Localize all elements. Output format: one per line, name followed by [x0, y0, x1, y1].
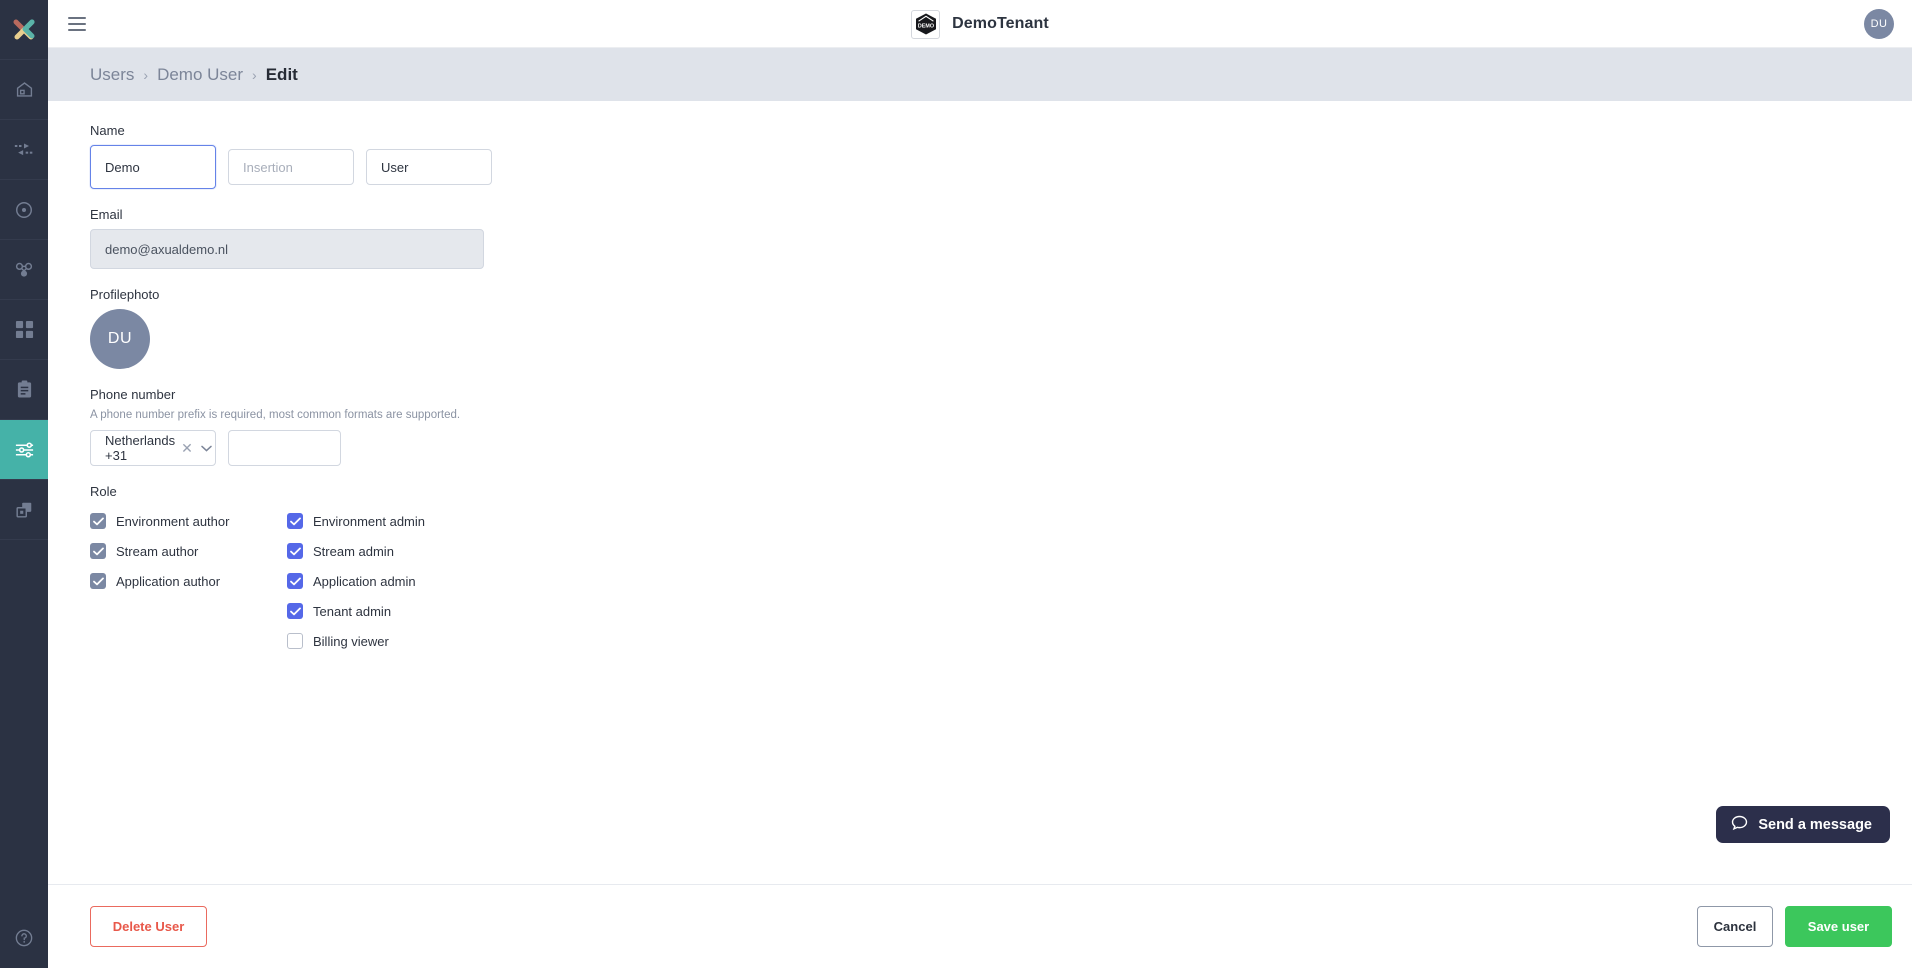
hamburger-icon[interactable] — [54, 0, 100, 48]
checkbox-checked-icon[interactable] — [287, 543, 303, 559]
clear-x-icon[interactable]: ✕ — [175, 440, 199, 457]
phone-prefix-select[interactable]: Netherlands +31 ✕ — [90, 430, 216, 466]
role-checkbox-application-author[interactable]: Application author — [90, 566, 287, 596]
data-flow-icon — [14, 142, 34, 158]
top-bar: DEMO DemoTenant DU — [48, 0, 1912, 48]
profilephoto-label: Profilephoto — [90, 287, 160, 302]
question-circle-icon — [14, 928, 34, 953]
role-label-application-author: Application author — [116, 573, 221, 589]
svg-text:DEMO: DEMO — [918, 23, 934, 29]
last-name-input[interactable] — [366, 149, 492, 185]
rail-item-data-flow[interactable] — [0, 120, 48, 180]
delete-user-button[interactable]: Delete User — [90, 906, 207, 947]
user-edit-form: Name Email Profilephoto DU Phone number … — [48, 101, 1912, 656]
phone-number-input[interactable] — [228, 430, 341, 466]
rail-item-home[interactable] — [0, 60, 48, 120]
clipboard-icon — [16, 380, 33, 399]
role-checkbox-grid: Environment author Stream author Applica… — [90, 506, 1912, 656]
rail-item-audit-log[interactable] — [0, 360, 48, 420]
phone-inputs-row: Netherlands +31 ✕ — [90, 430, 1912, 466]
phone-label: Phone number — [90, 387, 176, 402]
breadcrumb-separator-icon: › — [252, 66, 257, 83]
breadcrumb-item-edit: Edit — [265, 64, 298, 84]
role-checkbox-application-admin[interactable]: Application admin — [287, 566, 425, 596]
checkbox-checked-icon[interactable] — [90, 543, 106, 559]
target-dot-icon — [14, 200, 34, 220]
home-icon — [15, 80, 34, 99]
role-label: Role — [90, 484, 117, 499]
role-label-stream-admin: Stream admin — [313, 543, 394, 559]
role-label-stream-author: Stream author — [116, 543, 199, 559]
role-column-author: Environment author Stream author Applica… — [90, 506, 287, 656]
checkbox-checked-icon[interactable] — [90, 573, 106, 589]
checkbox-checked-icon[interactable] — [287, 513, 303, 529]
role-checkbox-tenant-admin[interactable]: Tenant admin — [287, 596, 425, 626]
breadcrumb-band: Users › Demo User › Edit — [48, 48, 1912, 101]
email-label: Email — [90, 207, 123, 222]
phone-prefix-value: Netherlands +31 — [105, 433, 176, 463]
chat-bubble-icon — [1731, 815, 1748, 835]
phone-field-group: Phone number A phone number prefix is re… — [90, 387, 1912, 466]
send-a-message-button[interactable]: Send a message — [1716, 806, 1890, 843]
role-label-tenant-admin: Tenant admin — [313, 603, 392, 619]
rail-item-instances[interactable] — [0, 480, 48, 540]
rail-item-help[interactable] — [0, 912, 48, 968]
dashboard-grid-icon — [15, 320, 34, 339]
role-label-application-admin: Application admin — [313, 573, 416, 589]
breadcrumb-item-demo-user[interactable]: Demo User — [157, 65, 243, 85]
user-avatar[interactable]: DU — [1864, 9, 1894, 39]
first-name-input[interactable] — [90, 145, 216, 189]
topology-icon — [14, 261, 34, 279]
role-checkbox-environment-author[interactable]: Environment author — [90, 506, 287, 536]
chevron-down-icon[interactable] — [199, 445, 212, 452]
checkbox-checked-icon[interactable] — [287, 573, 303, 589]
copy-windows-icon — [14, 500, 34, 520]
role-label-environment-author: Environment author — [116, 513, 230, 529]
checkbox-checked-icon[interactable] — [287, 603, 303, 619]
left-nav-rail — [0, 0, 48, 968]
rail-item-dashboard[interactable] — [0, 300, 48, 360]
rail-item-topology[interactable] — [0, 240, 48, 300]
save-user-button[interactable]: Save user — [1785, 906, 1892, 947]
role-checkbox-billing-viewer[interactable]: Billing viewer — [287, 626, 425, 656]
role-field-group: Role Environment author Stream author Ap… — [90, 484, 1912, 656]
rail-item-environments[interactable] — [0, 180, 48, 240]
name-label: Name — [90, 123, 125, 138]
role-checkbox-environment-admin[interactable]: Environment admin — [287, 506, 425, 536]
breadcrumb-separator-icon: › — [143, 66, 149, 83]
breadcrumb: Users › Demo User › Edit — [90, 65, 298, 85]
role-label-environment-admin: Environment admin — [313, 513, 425, 529]
tenant-name[interactable]: DemoTenant — [952, 15, 1049, 33]
chat-label: Send a message — [1758, 816, 1872, 833]
demo-hexagon-icon: DEMO — [915, 13, 936, 35]
rail-item-settings[interactable] — [0, 420, 48, 480]
role-checkbox-stream-admin[interactable]: Stream admin — [287, 536, 425, 566]
form-action-bar: Delete User Cancel Save user — [48, 884, 1912, 968]
profilephoto-avatar[interactable]: DU — [90, 309, 150, 369]
primary-actions: Cancel Save user — [1697, 906, 1892, 947]
settings-sliders-icon — [14, 441, 35, 459]
checkbox-checked-icon[interactable] — [90, 513, 106, 529]
profilephoto-group: Profilephoto DU — [90, 287, 1912, 369]
insertion-input[interactable] — [228, 149, 354, 185]
role-label-billing-viewer: Billing viewer — [313, 633, 389, 649]
axual-x-logo-icon — [13, 19, 35, 39]
main-content: Name Email Profilephoto DU Phone number … — [48, 101, 1912, 884]
app-logo[interactable] — [0, 0, 48, 60]
tenant-indicator: DEMO DemoTenant — [48, 0, 1912, 48]
checkbox-unchecked-icon[interactable] — [287, 633, 303, 649]
role-column-admin: Environment admin Stream admin Applicati… — [287, 506, 425, 656]
name-inputs-row — [90, 145, 1912, 189]
name-field-group: Name — [90, 123, 1912, 189]
email-input — [90, 229, 484, 269]
rail-spacer — [0, 540, 48, 912]
role-checkbox-stream-author[interactable]: Stream author — [90, 536, 287, 566]
cancel-button[interactable]: Cancel — [1697, 906, 1773, 947]
phone-hint: A phone number prefix is required, most … — [90, 409, 461, 421]
email-field-group: Email — [90, 207, 1912, 269]
tenant-logo[interactable]: DEMO — [911, 9, 941, 39]
breadcrumb-item-users[interactable]: Users — [90, 65, 134, 85]
